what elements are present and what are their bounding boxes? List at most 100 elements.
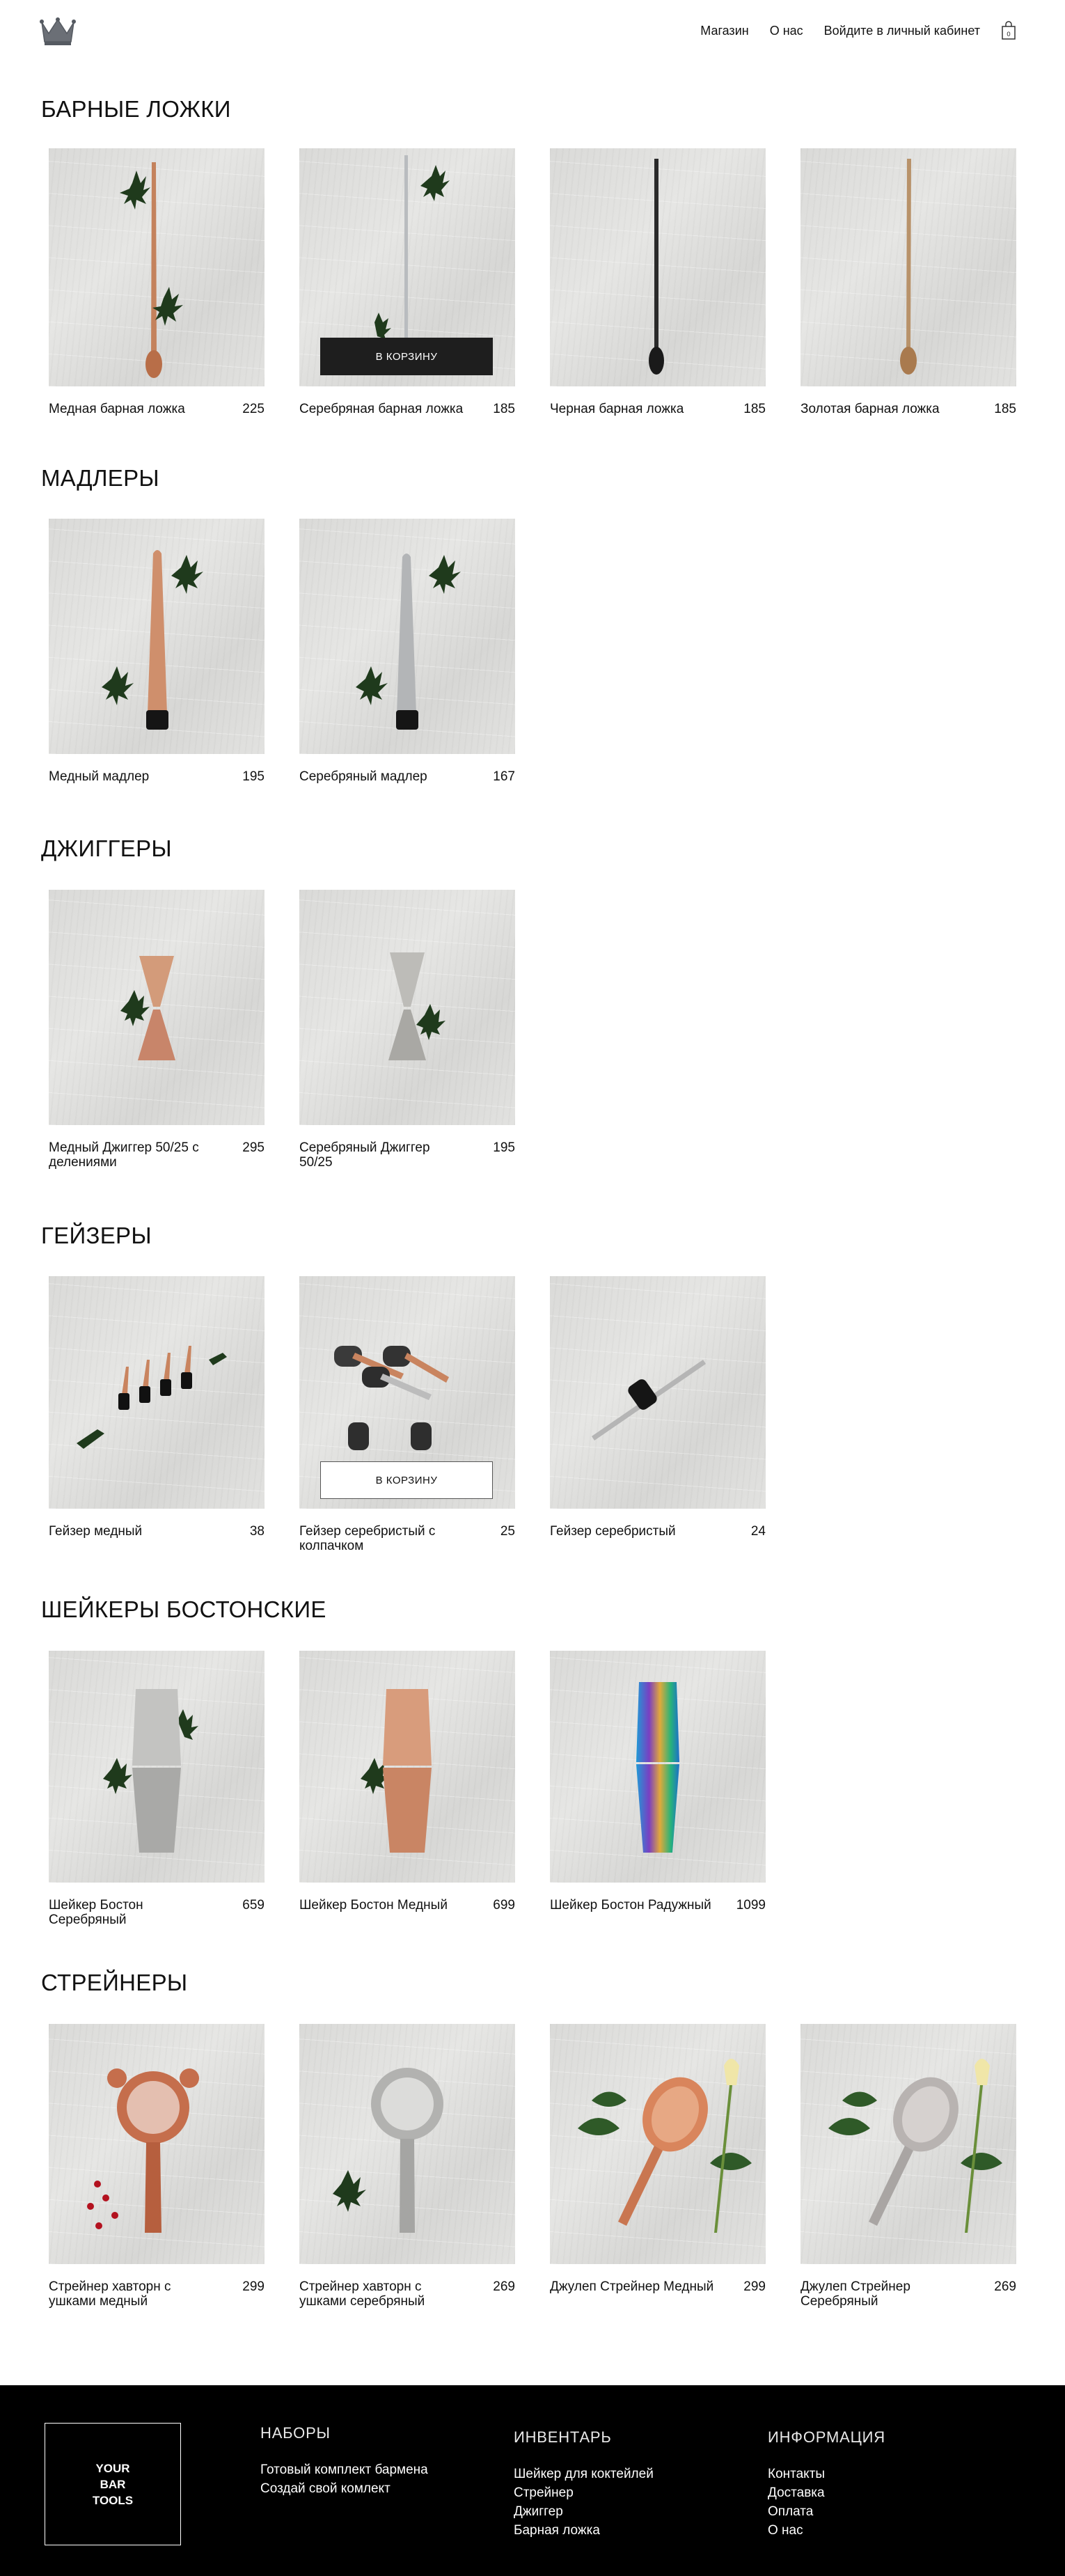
product-price: 1099 bbox=[736, 1898, 766, 1913]
product-price: 185 bbox=[743, 402, 766, 416]
nav-login-link[interactable]: Войдите в личный кабинет bbox=[824, 24, 980, 38]
product-name[interactable]: Шейкер Бостон Серебряный bbox=[49, 1898, 216, 1927]
product-card[interactable]: Джулеп Стрейнер Серебряный 269 bbox=[800, 2024, 1016, 2309]
product-image[interactable] bbox=[800, 148, 1016, 386]
footer-link[interactable]: Барная ложка bbox=[514, 2521, 654, 2540]
section-title: ШЕЙКЕРЫ БОСТОНСКИЕ bbox=[41, 1596, 326, 1622]
footer-column-info: ИНФОРМАЦИЯ Контакты Доставка Оплата О на… bbox=[768, 2428, 885, 2540]
section-title: ГЕЙЗЕРЫ bbox=[41, 1223, 152, 1248]
product-price: 24 bbox=[750, 1524, 766, 1539]
product-price: 185 bbox=[994, 402, 1016, 416]
footer-link[interactable]: Создай свой комлект bbox=[260, 2479, 428, 2498]
nav-about-link[interactable]: О нас bbox=[770, 24, 803, 38]
product-image[interactable] bbox=[299, 1651, 515, 1883]
product-image[interactable] bbox=[49, 1276, 265, 1509]
product-image[interactable] bbox=[49, 148, 265, 386]
product-image[interactable] bbox=[49, 2024, 265, 2264]
product-name[interactable]: Серебряный Джиггер 50/25 bbox=[299, 1140, 466, 1170]
product-image[interactable]: В КОРЗИНУ bbox=[299, 1276, 515, 1509]
shopping-bag-icon[interactable]: 0 bbox=[1001, 21, 1016, 40]
site-header: Магазин О нас Войдите в личный кабинет 0 bbox=[0, 0, 1065, 64]
add-to-cart-button[interactable]: В КОРЗИНУ bbox=[320, 1461, 493, 1499]
product-card[interactable]: Золотая барная ложка 185 bbox=[800, 148, 1016, 416]
product-name[interactable]: Джулеп Стрейнер Медный bbox=[550, 2279, 713, 2294]
product-name[interactable]: Серебряная барная ложка bbox=[299, 402, 463, 416]
product-price: 269 bbox=[493, 2279, 515, 2294]
product-card[interactable]: Серебряный Джиггер 50/25 195 bbox=[299, 890, 515, 1170]
footer-link[interactable]: Доставка bbox=[768, 2483, 885, 2502]
footer-column-sets: НАБОРЫ Готовый комплект бармена Создай с… bbox=[260, 2424, 428, 2498]
product-image[interactable] bbox=[49, 519, 265, 754]
product-name[interactable]: Серебряный мадлер bbox=[299, 769, 427, 784]
footer-link[interactable]: О нас bbox=[768, 2521, 885, 2540]
footer-logo-line: BAR bbox=[100, 2477, 126, 2491]
product-price: 269 bbox=[994, 2279, 1016, 2294]
product-image[interactable] bbox=[299, 890, 515, 1125]
product-card[interactable]: Шейкер Бостон Серебряный 659 bbox=[49, 1651, 265, 1927]
product-card[interactable]: Стрейнер хавторн с ушками серебряный 269 bbox=[299, 2024, 515, 2309]
product-price: 195 bbox=[242, 769, 265, 784]
add-to-cart-button[interactable]: В КОРЗИНУ bbox=[320, 338, 493, 375]
svg-text:0: 0 bbox=[1007, 31, 1011, 38]
product-name[interactable]: Гейзер серебристый bbox=[550, 1524, 676, 1539]
product-image[interactable] bbox=[299, 2024, 515, 2264]
product-name[interactable]: Медный мадлер bbox=[49, 769, 149, 784]
product-image[interactable] bbox=[550, 1651, 766, 1883]
product-name[interactable]: Черная барная ложка bbox=[550, 402, 684, 416]
product-price: 185 bbox=[493, 402, 515, 416]
product-card[interactable]: Шейкер Бостон Радужный 1099 bbox=[550, 1651, 766, 1927]
product-image[interactable] bbox=[49, 1651, 265, 1883]
product-name[interactable]: Гейзер серебристый с колпачком bbox=[299, 1524, 466, 1553]
product-image[interactable] bbox=[550, 2024, 766, 2264]
site-footer: YOUR BAR TOOLS НАБОРЫ Готовый комплект б… bbox=[0, 2385, 1065, 2576]
product-image[interactable] bbox=[550, 148, 766, 386]
footer-logo[interactable]: YOUR BAR TOOLS bbox=[45, 2423, 181, 2545]
product-card[interactable]: Черная барная ложка 185 bbox=[550, 148, 766, 416]
product-name[interactable]: Шейкер Бостон Радужный bbox=[550, 1898, 711, 1913]
footer-column-title: ИНФОРМАЦИЯ bbox=[768, 2428, 885, 2446]
product-image[interactable] bbox=[49, 890, 265, 1125]
product-price: 25 bbox=[500, 1524, 515, 1539]
section-title: ДЖИГГЕРЫ bbox=[41, 835, 172, 861]
crown-logo-icon[interactable] bbox=[39, 17, 77, 46]
footer-column-title: ИНВЕНТАРЬ bbox=[514, 2428, 612, 2446]
product-card[interactable]: Стрейнер хавторн с ушками медный 299 bbox=[49, 2024, 265, 2309]
footer-link[interactable]: Оплата bbox=[768, 2502, 885, 2521]
footer-link[interactable]: Стрейнер bbox=[514, 2483, 654, 2502]
product-card[interactable]: В КОРЗИНУ Серебряная барная ложка 185 bbox=[299, 148, 515, 416]
product-price: 167 bbox=[493, 769, 515, 784]
product-name[interactable]: Джулеп Стрейнер Серебряный bbox=[800, 2279, 968, 2309]
product-image[interactable] bbox=[299, 519, 515, 754]
nav-shop-link[interactable]: Магазин bbox=[700, 24, 748, 38]
product-card[interactable]: Гейзер серебристый 24 bbox=[550, 1276, 766, 1553]
product-card[interactable]: Медная барная ложка 225 bbox=[49, 148, 265, 416]
product-name[interactable]: Шейкер Бостон Медный bbox=[299, 1898, 448, 1913]
product-name[interactable]: Золотая барная ложка bbox=[800, 402, 940, 416]
product-card[interactable]: Медный мадлер 195 bbox=[49, 519, 265, 784]
main-nav: Магазин О нас Войдите в личный кабинет 0 bbox=[700, 21, 1016, 40]
section-title: СТРЕЙНЕРЫ bbox=[41, 1970, 188, 1995]
product-card[interactable]: Джулеп Стрейнер Медный 299 bbox=[550, 2024, 766, 2309]
product-price: 699 bbox=[493, 1898, 515, 1913]
product-name[interactable]: Медный Джиггер 50/25 с делениями bbox=[49, 1140, 216, 1170]
product-image[interactable] bbox=[550, 1276, 766, 1509]
product-price: 299 bbox=[242, 2279, 265, 2294]
product-image[interactable] bbox=[800, 2024, 1016, 2264]
footer-link[interactable]: Джиггер bbox=[514, 2502, 654, 2521]
product-name[interactable]: Стрейнер хавторн с ушками серебряный bbox=[299, 2279, 466, 2309]
product-card[interactable]: Гейзер медный 38 bbox=[49, 1276, 265, 1553]
footer-link[interactable]: Шейкер для коктейлей bbox=[514, 2465, 654, 2483]
footer-link[interactable]: Готовый комплект бармена bbox=[260, 2460, 428, 2479]
product-name[interactable]: Медная барная ложка bbox=[49, 402, 185, 416]
product-card[interactable]: Шейкер Бостон Медный 699 bbox=[299, 1651, 515, 1927]
footer-column-inventory: ИНВЕНТАРЬ Шейкер для коктейлей Стрейнер … bbox=[514, 2428, 654, 2540]
product-price: 299 bbox=[743, 2279, 766, 2294]
product-name[interactable]: Стрейнер хавторн с ушками медный bbox=[49, 2279, 216, 2309]
product-name[interactable]: Гейзер медный bbox=[49, 1524, 142, 1539]
product-image[interactable]: В КОРЗИНУ bbox=[299, 148, 515, 386]
footer-link[interactable]: Контакты bbox=[768, 2465, 885, 2483]
product-card[interactable]: Серебряный мадлер 167 bbox=[299, 519, 515, 784]
product-card[interactable]: В КОРЗИНУ Гейзер серебристый с колпачком… bbox=[299, 1276, 515, 1553]
product-price: 659 bbox=[242, 1898, 265, 1913]
product-card[interactable]: Медный Джиггер 50/25 с делениями 295 bbox=[49, 890, 265, 1170]
